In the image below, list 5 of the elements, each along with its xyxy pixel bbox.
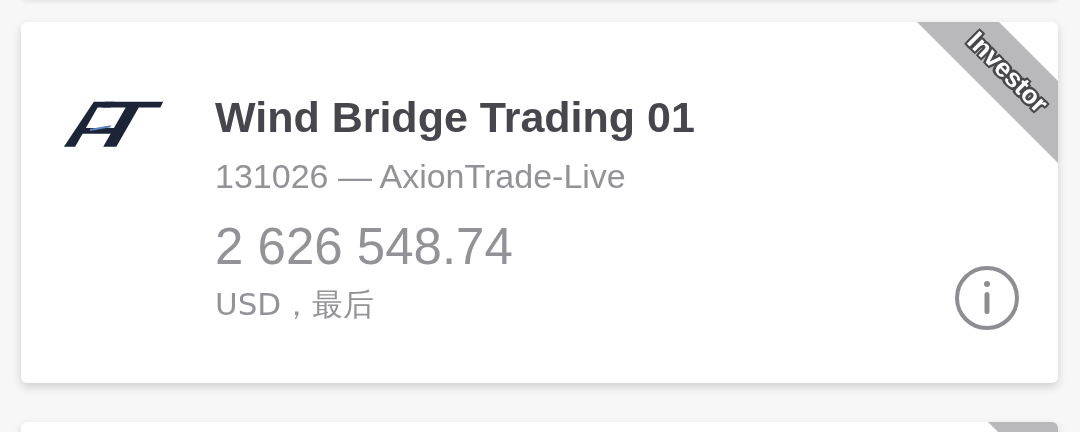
- account-server: 131026 — AxionTrade-Live: [215, 156, 627, 196]
- info-icon[interactable]: [954, 265, 1020, 331]
- currency-note: USD，最后: [215, 285, 376, 324]
- account-name: Wind Bridge Trading 01: [215, 92, 695, 142]
- account-balance: 2 626 548.74: [215, 218, 514, 276]
